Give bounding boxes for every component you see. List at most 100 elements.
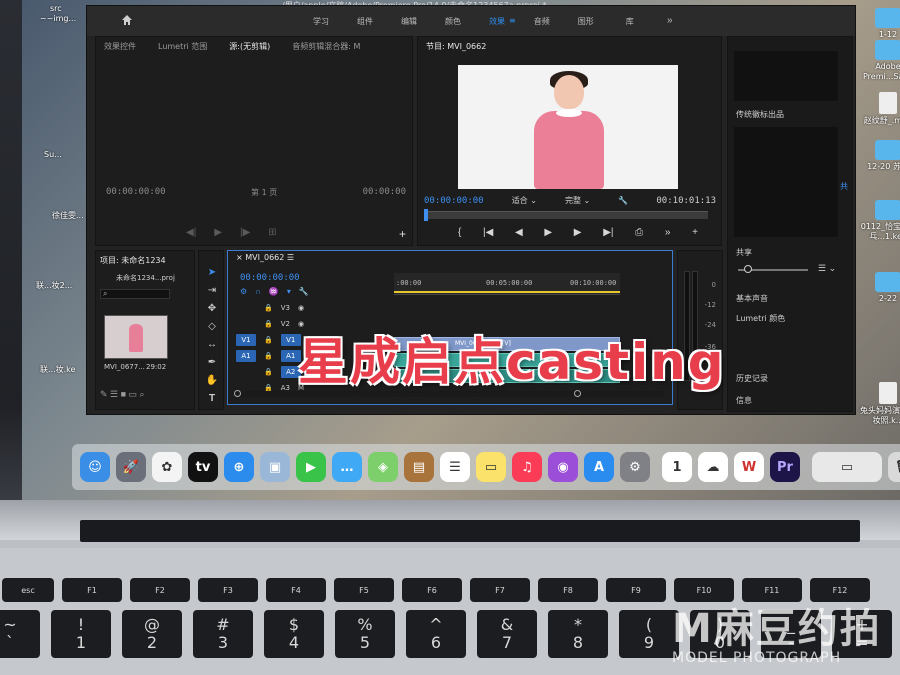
workspace-tab[interactable]: 编辑 <box>387 16 431 27</box>
track-id[interactable]: V3 <box>281 304 290 312</box>
key-f8[interactable]: F8 <box>538 578 598 602</box>
dock-system-preferences-icon[interactable]: ⚙ <box>620 452 650 482</box>
source-add-button-icon[interactable]: + <box>399 227 406 241</box>
workspace-tab[interactable]: 学习 <box>299 16 343 27</box>
dock-messages-icon[interactable]: … <box>332 452 362 482</box>
step-forward-icon[interactable]: |▶ <box>240 227 250 238</box>
key-9[interactable]: (9 <box>619 610 679 658</box>
rc-history[interactable]: 历史记录 <box>736 373 768 384</box>
desktop-icon-right[interactable]: 2-22 <box>858 272 900 304</box>
play-icon[interactable]: ▶ <box>214 227 222 238</box>
insert-icon[interactable]: ⊞ <box>268 227 276 238</box>
step-forward-icon[interactable]: ▶ <box>574 227 582 238</box>
selection-tool-icon[interactable]: ➤ <box>205 267 219 279</box>
wrench-icon[interactable]: 🔧 <box>618 196 628 205</box>
desktop-icon-right[interactable]: 赵纹舒_.mp4 <box>858 92 900 126</box>
key-f7[interactable]: F7 <box>470 578 530 602</box>
more-workspaces-icon[interactable]: » <box>667 15 673 26</box>
desktop-icon-left[interactable]: Su... <box>44 150 62 159</box>
desktop-icon-right[interactable]: 12-20 苏苏 <box>858 140 900 172</box>
dock-app-store-icon[interactable]: A <box>584 452 614 482</box>
program-timecode[interactable]: 00:00:00:00 <box>424 196 484 206</box>
fit-select[interactable]: 适合 ⌄ <box>512 195 537 206</box>
desktop-icon-right[interactable]: Adobe Premi...Save <box>858 40 900 82</box>
tab-audio-clip-mixer[interactable]: 音频剪辑混合器: M <box>292 41 360 52</box>
workspace-tab[interactable]: 颜色 <box>431 16 475 27</box>
track-header-v3[interactable]: 🔒 V3 ◉ <box>236 301 386 315</box>
add-button-icon[interactable]: + <box>692 227 698 238</box>
timeline-sequence-tab[interactable]: × MVI_0662 ☰ <box>236 253 294 262</box>
pen-tool-icon[interactable]: ✒ <box>205 357 219 369</box>
tab-source[interactable]: 源:(无剪辑) <box>229 41 270 52</box>
rc-legacy-titles[interactable]: 传统徽标出品 <box>736 109 784 120</box>
dock-photos-icon[interactable]: ✿ <box>152 452 182 482</box>
project-search-input[interactable]: ⌕ <box>100 289 170 299</box>
type-tool-icon[interactable]: T <box>205 393 219 405</box>
key-7[interactable]: & 7 <box>477 610 537 658</box>
dock-facetime-icon[interactable]: ▶ <box>296 452 326 482</box>
step-back-icon[interactable]: ◀| <box>186 227 196 238</box>
desktop-icon-left[interactable]: 联...妆2... <box>36 280 72 291</box>
tab-program[interactable]: 节目: MVI_0662 <box>426 41 486 52</box>
mark-in-icon[interactable]: { <box>458 227 461 238</box>
desktop-icon-left[interactable]: ~~img... <box>40 14 76 23</box>
dock-launchpad-icon[interactable]: 🚀 <box>116 452 146 482</box>
home-icon[interactable] <box>121 14 133 26</box>
hand-tool-icon[interactable]: ✋ <box>205 375 219 387</box>
source-timecode[interactable]: 00:00:00:00 <box>106 187 166 198</box>
clip-thumbnail[interactable] <box>104 315 168 359</box>
key-f1[interactable]: F1 <box>62 578 122 602</box>
source-patch[interactable]: V1 <box>236 334 256 346</box>
desktop-icon-right[interactable]: 0112_恰宝◆乒乓...1.key <box>858 200 900 242</box>
track-select-tool-icon[interactable]: ⇥ <box>205 285 219 297</box>
more-controls-icon[interactable]: » <box>665 227 671 238</box>
lock-icon[interactable]: 🔒 <box>264 368 273 376</box>
scrub-bar[interactable] <box>426 211 708 219</box>
key-2[interactable]: @2 <box>122 610 182 658</box>
workspace-tab[interactable]: 组件 <box>343 16 387 27</box>
desktop-icon-left[interactable]: src <box>50 4 62 13</box>
dock-notes-brown-icon[interactable]: ▤ <box>404 452 434 482</box>
dock-stickies-icon[interactable]: ▭ <box>476 452 506 482</box>
key-f5[interactable]: F5 <box>334 578 394 602</box>
scroll-handle-left[interactable] <box>234 390 241 397</box>
track-id[interactable]: V2 <box>281 320 290 328</box>
rc-share[interactable]: 共享 <box>736 247 752 258</box>
dock-1password-icon[interactable]: 1 <box>662 452 692 482</box>
work-area-bar[interactable] <box>394 291 620 293</box>
dock-tv-icon[interactable]: tv <box>188 452 218 482</box>
desktop-icon-right[interactable]: 兔头妈妈演员定妆照.k... <box>858 382 900 426</box>
key-8[interactable]: * 8 <box>548 610 608 658</box>
project-bottom-icons[interactable]: ✎ ☰ ■ ▭ ⌕ <box>100 389 145 400</box>
dock-baidu-netdisk-icon[interactable]: ☁ <box>698 452 728 482</box>
rc-list-icon[interactable]: ☰ ⌄ <box>818 263 836 274</box>
project-title[interactable]: 项目: 未命名1234 <box>100 255 166 266</box>
key-f4[interactable]: F4 <box>266 578 326 602</box>
dock-trash-icon[interactable]: 🗑 <box>888 452 900 482</box>
go-to-in-icon[interactable]: |◀ <box>483 227 493 238</box>
go-to-out-icon[interactable]: ▶| <box>603 227 613 238</box>
rc-share-side[interactable]: 共 <box>840 181 848 192</box>
step-back-icon[interactable]: ◀ <box>515 227 523 238</box>
key-3[interactable]: #3 <box>193 610 253 658</box>
key-6[interactable]: ^ 6 <box>406 610 466 658</box>
quality-select[interactable]: 完整 ⌄ <box>565 195 590 206</box>
lock-icon[interactable]: 🔒 <box>264 304 273 312</box>
dock-music-icon[interactable]: ♫ <box>512 452 542 482</box>
program-scrubber[interactable] <box>424 209 708 221</box>
lock-icon[interactable]: 🔒 <box>264 320 273 328</box>
key-1[interactable]: ! 1 <box>51 610 111 658</box>
dock-maps-icon[interactable]: ◈ <box>368 452 398 482</box>
dock-podcasts-icon[interactable]: ◉ <box>548 452 578 482</box>
source-patch[interactable]: A1 <box>236 350 256 362</box>
dock-reminders-icon[interactable]: ☰ <box>440 452 470 482</box>
key-5[interactable]: % 5 <box>335 610 395 658</box>
rc-lumetri-color[interactable]: Lumetri 颜色 <box>736 313 785 324</box>
eye-icon[interactable]: ◉ <box>298 304 304 312</box>
dock-safari-icon[interactable]: ⊕ <box>224 452 254 482</box>
lock-icon[interactable]: 🔒 <box>264 352 273 360</box>
dock-downloads-icon[interactable]: ▭ <box>812 452 882 482</box>
rc-essential-sound[interactable]: 基本声音 <box>736 293 768 304</box>
timeline-timecode[interactable]: 00:00:00:00 <box>240 273 300 283</box>
rc-slider-knob[interactable] <box>744 265 752 273</box>
